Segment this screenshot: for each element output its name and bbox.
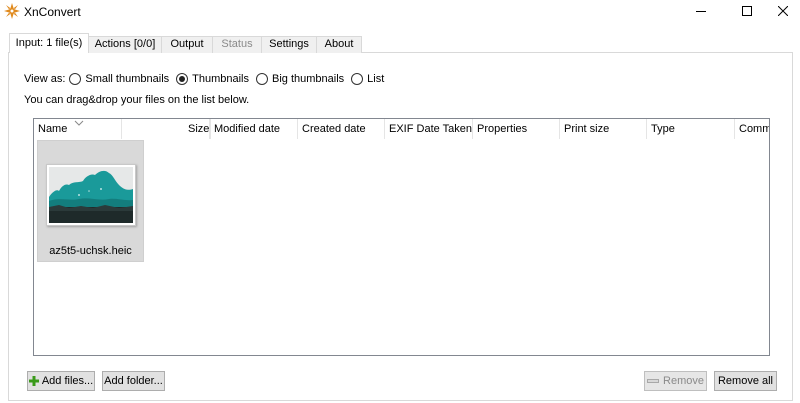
radio-small-thumbnails[interactable] [69,73,82,85]
file-name-label: az5t5-uchsk.heic [49,245,132,257]
radio-big-thumbnails[interactable] [256,73,268,85]
view-thumbnails-label: Thumbnails [192,73,249,85]
close-button[interactable] [766,0,800,22]
remove-all-label: Remove all [717,375,774,387]
view-list-option[interactable]: List [351,73,384,85]
view-thumbnails-option[interactable]: Thumbnails [176,73,249,85]
file-list-header: Name Size Modified date Created date EXI… [34,119,769,139]
tab-settings[interactable]: Settings [261,36,317,53]
column-header-type[interactable]: Type [647,119,735,139]
column-header-properties[interactable]: Properties [473,119,560,139]
tab-status[interactable]: Status [212,36,262,53]
view-as-label: View as: [24,73,66,85]
tab-output[interactable]: Output [161,36,213,53]
tab-actions[interactable]: Actions [0/0] [88,36,162,53]
view-small-thumbnails-label: Small thumbnails [85,73,170,85]
add-folder-label: Add folder... [104,375,163,387]
drag-drop-hint: You can drag&drop your files on the list… [24,94,250,106]
view-big-thumbnails-option[interactable]: Big thumbnails [256,73,344,85]
radio-thumbnails[interactable] [176,73,189,85]
add-files-label: Add files... [41,375,94,387]
column-header-modified-date[interactable]: Modified date [210,119,298,139]
remove-button[interactable]: Remove [644,371,707,391]
column-header-size[interactable]: Size [184,119,211,139]
minimize-button[interactable] [678,0,724,22]
remove-label: Remove [663,375,704,387]
thumbnail-image [49,167,133,223]
close-icon [778,6,788,16]
maximize-button[interactable] [724,0,770,22]
xnconvert-logo-icon [4,3,20,19]
view-as-group: View as: Small thumbnails Thumbnails Big… [24,72,391,86]
column-header-comment[interactable]: Comm [735,119,769,139]
minus-icon [647,379,660,383]
file-thumbnail-item[interactable]: az5t5-uchsk.heic [37,140,144,262]
view-list-label: List [367,73,385,85]
plus-icon [28,376,39,386]
add-folder-button[interactable]: Add folder... [102,371,165,391]
column-header-print-size[interactable]: Print size [560,119,647,139]
tab-input[interactable]: Input: 1 file(s) [9,33,89,53]
minimize-icon [696,11,706,12]
remove-all-button[interactable]: Remove all [714,371,777,391]
tab-about[interactable]: About [316,36,362,53]
thumbnail-frame [46,164,136,226]
column-header-exif-date-taken[interactable]: EXIF Date Taken [385,119,473,139]
radio-list[interactable] [351,73,364,85]
window-title: XnConvert [24,5,81,19]
title-bar: XnConvert [0,0,800,24]
column-header-name[interactable]: Name [34,119,122,139]
view-big-thumbnails-label: Big thumbnails [272,73,345,85]
maximize-icon [742,6,752,16]
view-small-thumbnails-option[interactable]: Small thumbnails [69,73,169,85]
column-header-created-date[interactable]: Created date [298,119,385,139]
add-files-button[interactable]: Add files... [27,371,95,391]
file-list[interactable]: Name Size Modified date Created date EXI… [33,118,770,356]
